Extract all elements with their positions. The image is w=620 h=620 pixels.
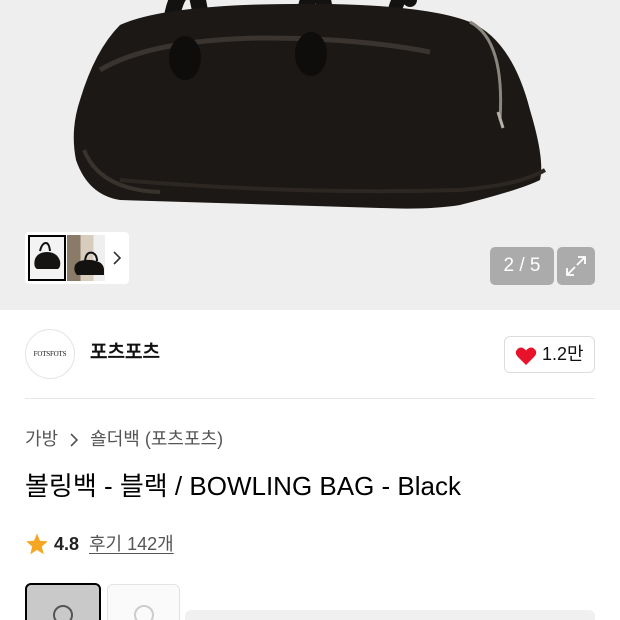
breadcrumb: 가방 숄더백 (포츠포츠) — [25, 427, 223, 453]
breadcrumb-item-category[interactable]: 가방 — [25, 427, 58, 451]
product-title: 볼링백 - 블랙 / BOWLING BAG - Black — [25, 471, 461, 501]
option-swatch-selected[interactable] — [25, 583, 101, 620]
brand-logo[interactable]: FOTSFOTS — [25, 329, 75, 379]
brand-name[interactable]: 포츠포츠 — [90, 341, 160, 365]
product-image-gallery[interactable]: 2 / 5 — [0, 0, 620, 310]
divider — [25, 398, 595, 399]
thumbnail[interactable] — [67, 235, 105, 281]
thumbnail-selected[interactable] — [28, 235, 66, 281]
heart-icon — [515, 347, 537, 365]
swatch-bag-image — [53, 605, 73, 620]
like-count: 1.2만 — [542, 344, 584, 364]
like-button[interactable]: 1.2만 — [504, 336, 595, 373]
info-box — [185, 610, 595, 620]
swatch-bag-image — [134, 605, 154, 620]
option-swatch[interactable] — [107, 584, 180, 620]
chevron-right-icon[interactable] — [109, 246, 125, 270]
breadcrumb-item-subcategory[interactable]: 숄더백 (포츠포츠) — [90, 427, 223, 451]
star-icon — [26, 533, 48, 555]
product-image[interactable] — [0, 0, 620, 230]
review-count-link[interactable]: 후기 142개 — [89, 532, 174, 556]
expand-icon[interactable] — [557, 247, 595, 285]
thumbnail-strip[interactable] — [25, 232, 129, 284]
image-pager: 2 / 5 — [490, 247, 554, 285]
chevron-right-icon — [69, 427, 79, 453]
rating-value: 4.8 — [54, 534, 80, 554]
brand-logo-text: FOTSFOTS — [33, 350, 67, 358]
